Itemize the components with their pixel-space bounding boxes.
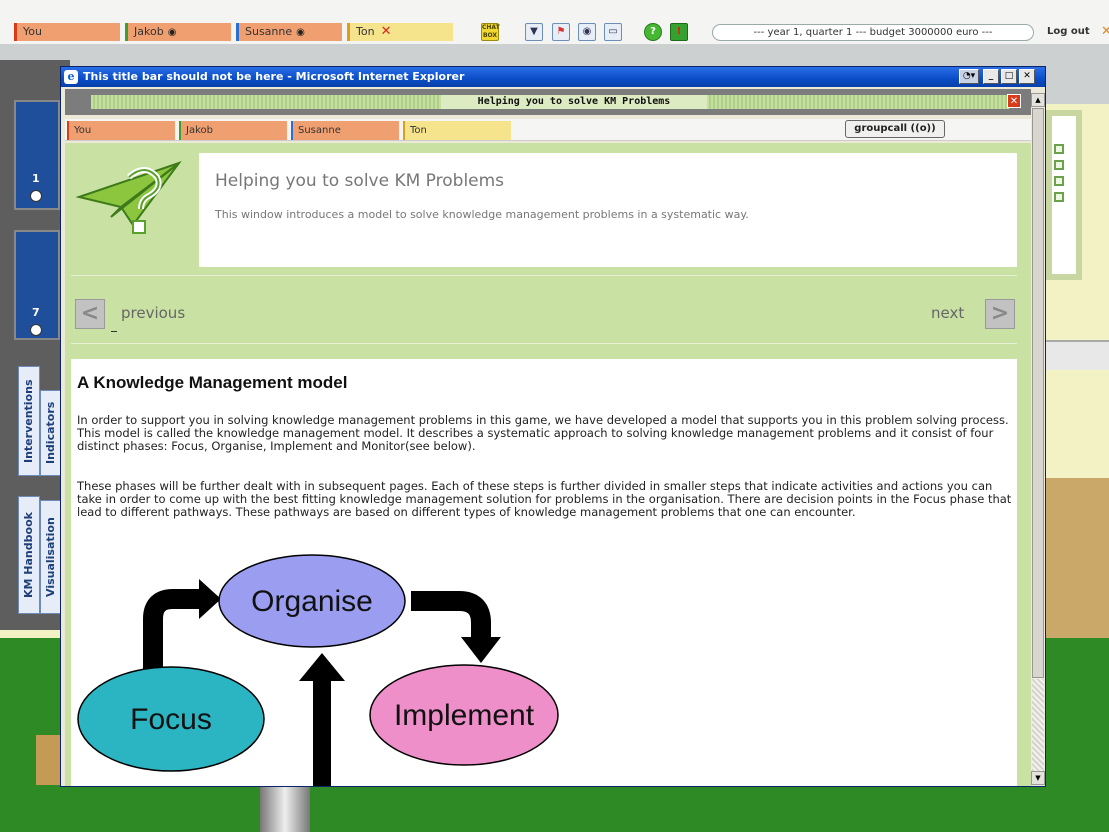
close-button[interactable]: ✕ [1019, 69, 1035, 84]
dropdown-icon-button[interactable]: ▼ [525, 23, 543, 41]
article-paragraph: These phases will be further dealt with … [77, 479, 1012, 519]
scroll-down-icon[interactable]: ▼ [1031, 771, 1045, 785]
node-focus-label: Focus [130, 703, 212, 736]
arrow-organise-to-implement [411, 591, 491, 637]
window-title-bar[interactable]: e This title bar should not be here - Mi… [61, 67, 1045, 87]
budget-indicator: --- year 1, quarter 1 --- budget 3000000… [712, 24, 1034, 41]
header-close-button[interactable]: ✕ [1007, 94, 1021, 108]
tab-indicators[interactable]: Indicators [40, 390, 62, 476]
chat-box-label: CHAT BOX [482, 24, 500, 39]
km-model-diagram: Organise Focus Implement [77, 554, 559, 786]
previous-link[interactable]: previous [121, 304, 185, 322]
maximize-button[interactable]: □ [1001, 69, 1017, 84]
player-name: You [23, 25, 42, 38]
player-name: Jakob [134, 25, 164, 38]
tab-interventions[interactable]: Interventions [18, 366, 40, 476]
tab-km-handbook[interactable]: KM Handbook [18, 496, 40, 614]
arrow-head [199, 579, 221, 619]
logout-close-icon[interactable]: ✕ [1101, 24, 1109, 39]
panel-dot-1[interactable] [30, 190, 42, 202]
page-content: Helping you to solve KM Problems This wi… [65, 143, 1031, 786]
header-title: Helping you to solve KM Problems [441, 95, 707, 109]
help-icon-button[interactable]: ? [644, 23, 662, 41]
scroll-up-icon[interactable]: ▲ [1031, 93, 1045, 107]
arrow-head [299, 653, 345, 681]
intro-description: This window introduces a model to solve … [215, 208, 749, 221]
article-paragraph: In order to support you in solving knowl… [77, 413, 1009, 453]
panel-number-1: 1 [32, 172, 40, 185]
chat-box-button[interactable]: CHAT BOX [481, 23, 500, 41]
player-tab-jakob[interactable]: Jakob ◉ [125, 23, 231, 41]
game-top-bar: You Jakob ◉ Susanne ◉ Ton ✕ CHAT BOX ▼ ⚑ ◉ … [0, 0, 1109, 44]
player-name: Susanne [245, 25, 293, 38]
question-plane-icon [75, 161, 182, 234]
groupcall-button[interactable]: groupcall ((o)) [845, 120, 945, 138]
logout-button[interactable]: Log out [1047, 26, 1090, 37]
content-header: Helping you to solve KM Problems ✕ [65, 89, 1031, 115]
scroll-track[interactable] [1032, 679, 1044, 771]
tab-visualisation[interactable]: Visualisation [40, 500, 62, 614]
article-heading: A Knowledge Management model [77, 373, 348, 392]
window-title: This title bar should not be here - Micr… [83, 70, 465, 83]
pole [260, 785, 310, 832]
player-cell-ton: Ton [403, 121, 511, 140]
player-tab-ton[interactable]: Ton ✕ [347, 23, 453, 41]
vertical-scrollbar[interactable]: ▲ ▼ [1031, 93, 1045, 786]
eye-icon-button[interactable]: ◉ [578, 23, 596, 41]
previous-arrow-button[interactable]: < [75, 299, 105, 329]
eye-icon: ◉ [167, 27, 177, 38]
ie-window: e This title bar should not be here - Mi… [60, 66, 1046, 787]
player-tab-susanne[interactable]: Susanne ◉ [236, 23, 342, 41]
player-cell-jakob: Jakob [179, 121, 287, 140]
minimize-button[interactable]: _ [983, 69, 999, 84]
next-arrow-button[interactable]: > [985, 299, 1015, 329]
article: A Knowledge Management model In order to… [71, 359, 1017, 786]
panel-dot-7[interactable] [30, 324, 42, 336]
player-tab-you[interactable]: You [14, 23, 120, 41]
warning-icon-button[interactable]: ! [670, 23, 688, 41]
arrow-to-organise [313, 679, 331, 786]
player-name: Ton [356, 25, 375, 38]
divider [71, 343, 1017, 344]
intro-box: Helping you to solve KM Problems This wi… [199, 153, 1017, 267]
player-cell-susanne: Susanne [291, 121, 399, 140]
divider [71, 275, 1017, 276]
flag-icon-button[interactable]: ⚑ [552, 23, 570, 41]
header-title-strip: Helping you to solve KM Problems [91, 95, 1009, 109]
player-cell-you: You [67, 121, 175, 140]
arrow-head [461, 637, 501, 663]
next-link[interactable]: next [931, 304, 964, 322]
x-mark-icon: ✕ [380, 24, 392, 39]
players-bar: You Jakob Susanne Ton groupcall ((o)) [65, 119, 1031, 141]
pager-icon-button[interactable]: ▭ [604, 23, 622, 41]
web-icon-button[interactable]: ◔▾ [959, 69, 979, 84]
whiteboard [1046, 110, 1082, 280]
intro-title: Helping you to solve KM Problems [215, 171, 505, 191]
focus-mark [111, 331, 117, 332]
node-implement-label: Implement [394, 699, 535, 732]
panel-number-7: 7 [32, 306, 40, 319]
eye-icon: ◉ [296, 27, 305, 38]
scroll-thumb[interactable] [1032, 108, 1044, 678]
node-organise-label: Organise [251, 585, 373, 618]
shelf [1046, 340, 1109, 370]
ie-logo-icon: e [64, 70, 78, 84]
